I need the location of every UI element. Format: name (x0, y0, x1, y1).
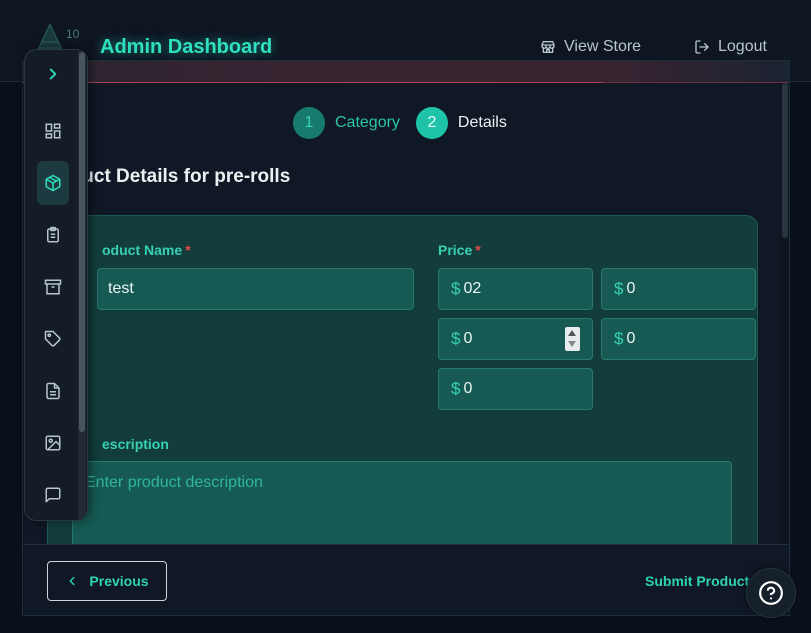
form-footer: Previous Submit Product (23, 544, 789, 615)
tag-icon (44, 330, 61, 347)
view-store-label: View Store (564, 38, 642, 55)
product-form-card: 1 Category 2 Details luct Details for pr… (22, 60, 790, 616)
logout-label: Logout (718, 38, 767, 55)
help-button[interactable] (746, 568, 796, 618)
step-label: Category (335, 114, 400, 131)
step-category[interactable]: 1 Category (293, 107, 400, 139)
chevron-left-icon (69, 576, 75, 586)
price-label: Price * (438, 242, 481, 258)
store-icon (541, 41, 555, 53)
previous-button[interactable]: Previous (47, 561, 167, 601)
sidebar-toggle[interactable] (37, 54, 69, 94)
sidebar-item-tags[interactable] (37, 319, 69, 359)
logout-icon (695, 40, 709, 54)
sidebar-item-dashboard[interactable] (37, 111, 69, 151)
chevron-right-icon (49, 68, 57, 80)
sidebar-item-documents[interactable] (37, 371, 69, 411)
document-icon (46, 382, 60, 400)
product-name-input[interactable]: test (97, 268, 414, 310)
step-label: Details (457, 114, 507, 131)
sidebar-item-products[interactable] (37, 161, 69, 205)
price-input-4[interactable]: $0 (601, 318, 756, 360)
app-title: Admin Dashboard (100, 36, 273, 58)
sidebar (24, 49, 88, 521)
logout-link[interactable]: Logout (694, 38, 767, 56)
clipboard-icon (47, 226, 59, 243)
sidebar-item-orders[interactable] (37, 215, 69, 255)
step-number: 2 (415, 107, 448, 139)
view-store-link[interactable]: View Store (540, 38, 641, 56)
archive-icon (44, 279, 62, 295)
package-icon (45, 174, 61, 192)
previous-label: Previous (89, 573, 149, 589)
price-input-5[interactable]: $0 (438, 368, 593, 410)
dashboard-grid-icon (45, 123, 61, 139)
price-input-1[interactable]: $02 (438, 268, 593, 310)
image-icon (45, 435, 61, 451)
error-banner (23, 61, 789, 83)
sidebar-item-messages[interactable] (37, 475, 69, 515)
price-input-2[interactable]: $0 (601, 268, 756, 310)
number-spinner[interactable] (565, 327, 580, 351)
submit-product-button[interactable]: Submit Product (645, 573, 749, 589)
help-icon (759, 581, 783, 605)
step-details[interactable]: 2 Details (415, 107, 507, 139)
section-title: luct Details for pre-rolls (77, 166, 291, 187)
sidebar-item-media[interactable] (37, 423, 69, 463)
sidebar-item-inventory[interactable] (37, 267, 69, 307)
sidebar-scrollbar[interactable] (78, 52, 86, 520)
main-scrollbar[interactable] (781, 83, 789, 545)
price-input-3[interactable]: $0 (438, 318, 593, 360)
product-name-label: oduct Name * (102, 242, 191, 258)
step-number: 1 (293, 107, 325, 139)
stepper: 1 Category 2 Details (293, 107, 507, 139)
description-label: escription (102, 436, 169, 452)
message-icon (45, 487, 61, 503)
svg-text:10: 10 (66, 27, 80, 41)
